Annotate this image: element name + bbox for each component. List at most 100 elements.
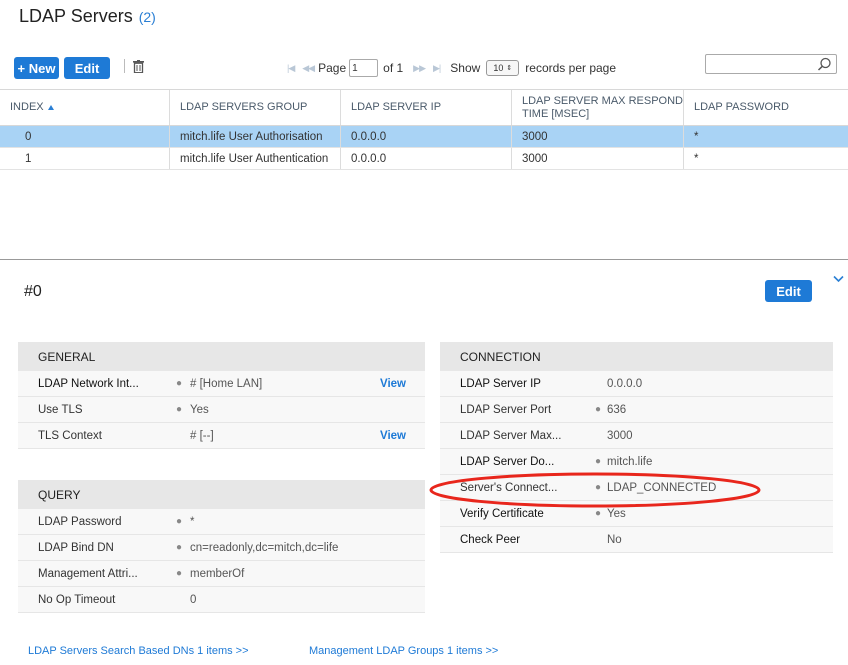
page-number-input[interactable]: 1 xyxy=(349,59,379,77)
edit-button[interactable]: Edit xyxy=(64,57,110,79)
panel-title: GENERAL xyxy=(18,342,425,371)
cell-password: * xyxy=(694,152,699,165)
field-value: memberOf xyxy=(190,567,245,580)
cell-max-respond-time: 3000 xyxy=(512,126,684,147)
toolbar-separator xyxy=(124,59,125,73)
column-label: LDAP SERVER MAX RESPOND TIME [MSEC] xyxy=(522,94,683,120)
last-page-icon[interactable]: ▶| xyxy=(433,63,441,74)
field-label: Use TLS xyxy=(38,403,83,416)
connection-row-max-respond: LDAP Server Max... 3000 xyxy=(440,423,833,449)
page-size-select[interactable]: 10 ⇕ xyxy=(486,60,520,76)
general-row-tls-context: TLS Context # [--] View xyxy=(18,423,425,449)
field-label: TLS Context xyxy=(38,429,102,442)
show-label: Show xyxy=(450,61,481,75)
page-label: Page xyxy=(318,61,347,75)
management-ldap-groups-link[interactable]: Management LDAP Groups 1 items >> xyxy=(309,645,498,657)
field-label: LDAP Password xyxy=(38,515,122,528)
field-label: LDAP Network Int... xyxy=(38,377,139,390)
query-row-password: LDAP Password ● * xyxy=(18,509,425,535)
general-row-network-interface: LDAP Network Int... ● # [Home LAN] View xyxy=(18,371,425,397)
trash-icon[interactable] xyxy=(133,60,144,73)
pager: |◀ ◀◀ Page 1 of 1 ▶▶ ▶| Show 10 ⇕ records… xyxy=(283,58,616,78)
next-page-icon[interactable]: ▶▶ xyxy=(413,63,426,74)
records-per-page-label: records per page xyxy=(525,61,617,75)
connection-row-server-port: LDAP Server Port ● 636 xyxy=(440,397,833,423)
bullet-icon: ● xyxy=(595,456,602,467)
field-label: LDAP Server IP xyxy=(460,377,541,390)
field-value: 0 xyxy=(190,593,197,606)
column-label: INDEX xyxy=(10,101,44,113)
ldap-servers-table: INDEX LDAP SERVERS GROUP LDAP SERVER IP … xyxy=(0,89,848,170)
table-header: INDEX LDAP SERVERS GROUP LDAP SERVER IP … xyxy=(0,89,848,126)
field-label: Check Peer xyxy=(460,533,521,546)
search-icon[interactable] xyxy=(817,57,832,72)
field-value: 636 xyxy=(607,403,627,416)
chevron-down-icon[interactable] xyxy=(833,275,844,283)
column-header-password[interactable]: LDAP PASSWORD xyxy=(684,90,848,125)
query-row-management-attribute: Management Attri... ● memberOf xyxy=(18,561,425,587)
field-value: 3000 xyxy=(607,429,633,442)
page-of-label: of 1 xyxy=(383,61,404,75)
general-panel: GENERAL LDAP Network Int... ● # [Home LA… xyxy=(18,342,425,449)
cell-index: 0 xyxy=(0,126,170,147)
detail-title: #0 xyxy=(24,283,42,300)
highlight-ellipse-annotation xyxy=(429,472,761,508)
first-page-icon[interactable]: |◀ xyxy=(287,63,295,74)
detail-edit-button[interactable]: Edit xyxy=(765,280,812,302)
bullet-icon: ● xyxy=(595,404,602,415)
field-value: * xyxy=(190,515,195,528)
field-value: # [Home LAN] xyxy=(190,377,263,390)
cell-ip: 0.0.0.0 xyxy=(341,126,512,147)
view-tls-context-link[interactable]: View xyxy=(380,430,406,442)
search-input[interactable] xyxy=(705,54,837,74)
bullet-icon: ● xyxy=(176,516,183,527)
chevron-updown-icon: ⇕ xyxy=(506,65,513,72)
cell-group: mitch.life User Authorisation xyxy=(170,126,341,147)
field-label: LDAP Server Do... xyxy=(460,455,555,468)
query-row-no-op-timeout: No Op Timeout 0 xyxy=(18,587,425,613)
connection-row-server-ip: LDAP Server IP 0.0.0.0 xyxy=(440,371,833,397)
column-header-max-respond-time[interactable]: LDAP SERVER MAX RESPOND TIME [MSEC] xyxy=(512,90,684,125)
connection-panel: CONNECTION LDAP Server IP 0.0.0.0 LDAP S… xyxy=(440,342,833,553)
field-label: LDAP Server Max... xyxy=(460,429,562,442)
column-header-index[interactable]: INDEX xyxy=(0,90,170,125)
field-label: LDAP Server Port xyxy=(460,403,552,416)
query-row-bind-dn: LDAP Bind DN ● cn=readonly,dc=mitch,dc=l… xyxy=(18,535,425,561)
cell-password: * xyxy=(694,130,699,143)
bullet-icon: ● xyxy=(176,404,183,415)
bullet-icon: ● xyxy=(176,568,183,579)
view-network-interface-link[interactable]: View xyxy=(380,378,406,390)
query-panel: QUERY LDAP Password ● * LDAP Bind DN ● c… xyxy=(18,480,425,613)
panel-title: QUERY xyxy=(18,480,425,509)
table-row[interactable]: 0 mitch.life User Authorisation 0.0.0.0 … xyxy=(0,126,848,148)
connection-row-check-peer: Check Peer No xyxy=(440,527,833,553)
page-title-text: LDAP Servers xyxy=(19,6,133,26)
field-value: # [--] xyxy=(190,429,214,442)
bullet-icon: ● xyxy=(176,542,183,553)
new-button[interactable]: + New xyxy=(14,57,59,79)
column-label: LDAP SERVERS GROUP xyxy=(180,101,308,113)
general-row-use-tls: Use TLS ● Yes xyxy=(18,397,425,423)
page-title: LDAP Servers (2) xyxy=(19,6,156,27)
cell-group: mitch.life User Authentication xyxy=(170,148,341,169)
table-row[interactable]: 1 mitch.life User Authentication 0.0.0.0… xyxy=(0,148,848,170)
field-value: Yes xyxy=(190,403,209,416)
column-label: LDAP PASSWORD xyxy=(694,101,789,113)
column-label: LDAP SERVER IP xyxy=(351,101,442,113)
section-divider xyxy=(0,259,848,260)
cell-index: 1 xyxy=(0,148,170,169)
cell-ip: 0.0.0.0 xyxy=(341,148,512,169)
sort-ascending-icon xyxy=(47,105,54,110)
field-value: No xyxy=(607,533,622,546)
column-header-ip[interactable]: LDAP SERVER IP xyxy=(341,90,512,125)
field-label: Management Attri... xyxy=(38,567,138,580)
field-label: No Op Timeout xyxy=(38,593,116,606)
panel-title: CONNECTION xyxy=(440,342,833,371)
field-value: cn=readonly,dc=mitch,dc=life xyxy=(190,541,339,554)
search-based-dns-link[interactable]: LDAP Servers Search Based DNs 1 items >> xyxy=(28,645,249,657)
field-value: mitch.life xyxy=(607,455,653,468)
column-header-group[interactable]: LDAP SERVERS GROUP xyxy=(170,90,341,125)
prev-page-icon[interactable]: ◀◀ xyxy=(302,63,315,74)
field-label: LDAP Bind DN xyxy=(38,541,114,554)
field-value: 0.0.0.0 xyxy=(607,377,643,390)
